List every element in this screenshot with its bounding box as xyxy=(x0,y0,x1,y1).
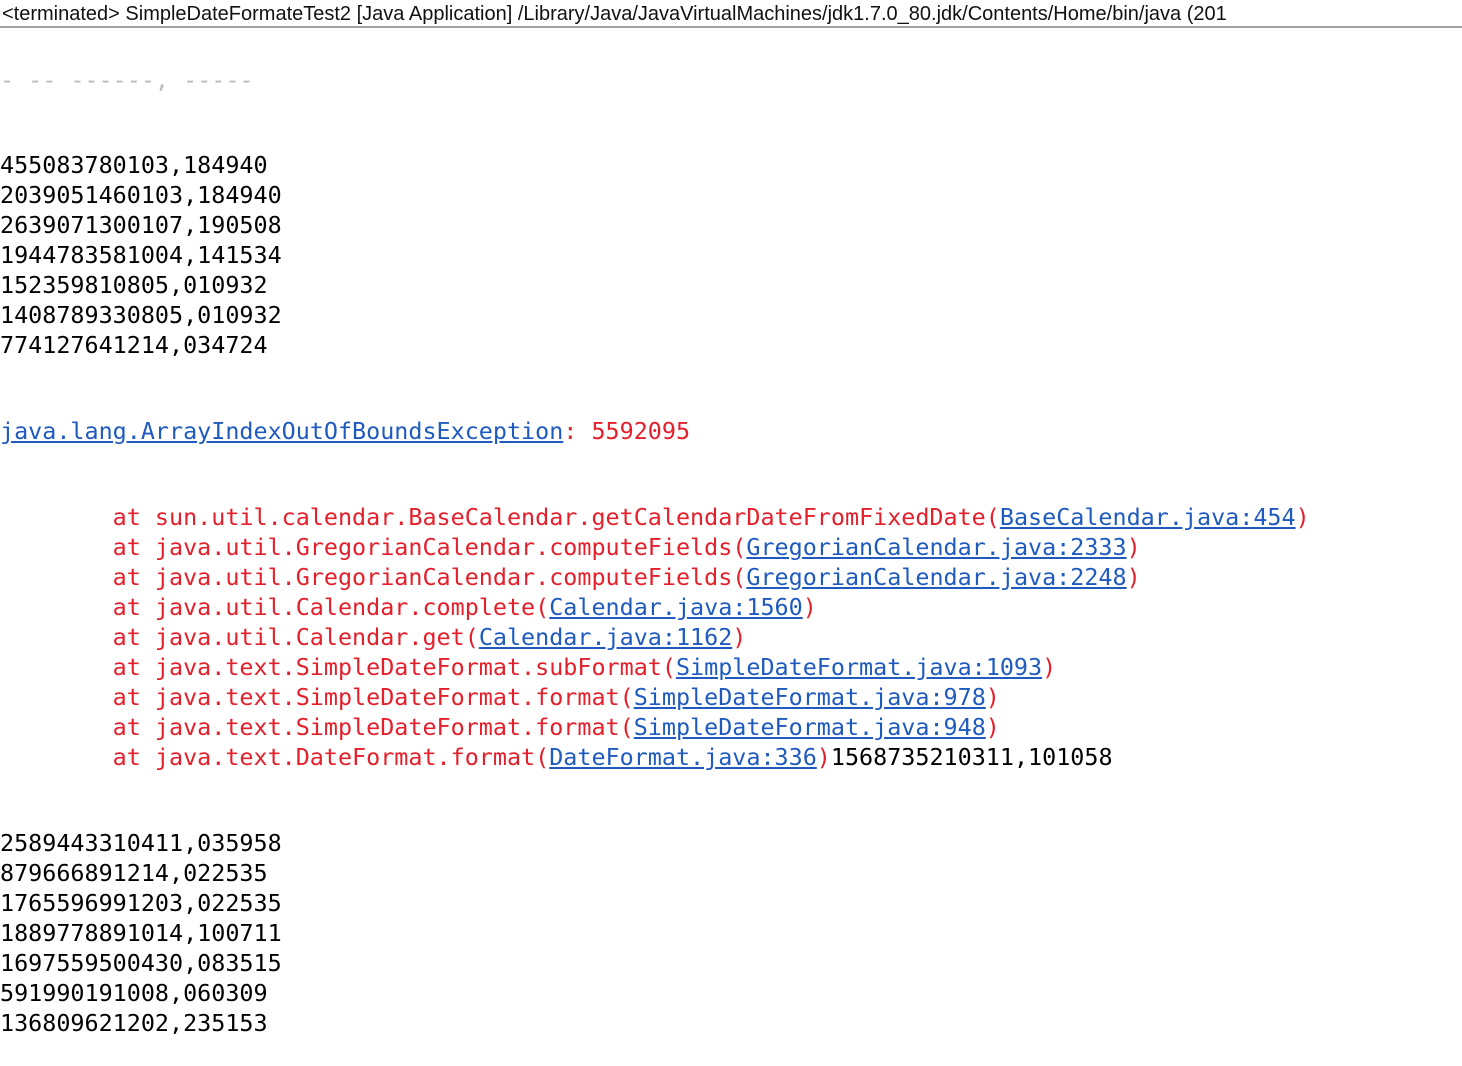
output-line: 879666891214,022535 xyxy=(0,859,268,887)
stack-frame-link[interactable]: SimpleDateFormat.java:1093 xyxy=(676,653,1042,681)
output-line: 2039051460103,184940 xyxy=(0,181,282,209)
stack-frame-close: ) xyxy=(1126,533,1141,561)
stack-frame-text: at java.util.Calendar.get( xyxy=(0,623,479,651)
output-line: 1408789330805,010932 xyxy=(0,301,282,329)
stack-frame-close: ) xyxy=(1042,653,1057,681)
stack-frame: at java.text.SimpleDateFormat.subFormat(… xyxy=(0,652,1462,682)
stack-frame-close: ) xyxy=(1126,563,1141,591)
stack-frame-link[interactable]: SimpleDateFormat.java:978 xyxy=(634,683,986,711)
output-line: 2639071300107,190508 xyxy=(0,211,282,239)
stack-frame: at java.util.Calendar.complete(Calendar.… xyxy=(0,592,1462,622)
partial-line: - -- ------, ----- xyxy=(0,78,254,94)
stack-frame-text: at java.text.SimpleDateFormat.subFormat( xyxy=(0,653,676,681)
stack-frame: at java.text.SimpleDateFormat.format(Sim… xyxy=(0,712,1462,742)
output-line: 455083780103,184940 xyxy=(0,151,268,179)
exception-type-link[interactable]: java.lang.ArrayIndexOutOfBoundsException xyxy=(0,417,563,445)
stack-frame-link[interactable]: DateFormat.java:336 xyxy=(549,743,817,771)
stack-frame-link[interactable]: Calendar.java:1162 xyxy=(479,623,732,651)
stack-frame: at java.text.DateFormat.format(DateForma… xyxy=(0,742,1462,772)
stack-frame: at java.text.SimpleDateFormat.format(Sim… xyxy=(0,682,1462,712)
output-line: 774127641214,034724 xyxy=(0,331,268,359)
exception-line: java.lang.ArrayIndexOutOfBoundsException… xyxy=(0,416,1462,446)
stack-frame-close: ) xyxy=(816,743,831,771)
output-line-trailing: 1568735210311,101058 xyxy=(830,743,1113,771)
stack-frame: at java.util.Calendar.get(Calendar.java:… xyxy=(0,622,1462,652)
output-line: 591990191008,060309 xyxy=(0,979,268,1007)
stack-frame: at java.util.GregorianCalendar.computeFi… xyxy=(0,532,1462,562)
stack-frame-link[interactable]: GregorianCalendar.java:2333 xyxy=(746,533,1126,561)
stack-frame: at sun.util.calendar.BaseCalendar.getCal… xyxy=(0,502,1462,532)
stack-frame-close: ) xyxy=(985,683,1000,711)
stack-frame-text: at java.util.GregorianCalendar.computeFi… xyxy=(0,533,747,561)
stack-frame-text: at sun.util.calendar.BaseCalendar.getCal… xyxy=(0,503,1000,531)
exception-separator: : xyxy=(563,417,592,445)
console-output[interactable]: - -- ------, ----- 455083780103,184940 20… xyxy=(0,22,1462,1066)
output-line: 136809621202,235153 xyxy=(0,1009,268,1037)
stack-frame-text: at java.util.GregorianCalendar.computeFi… xyxy=(0,563,747,591)
stack-frame-close: ) xyxy=(985,713,1000,741)
stack-frame-close: ) xyxy=(732,623,747,651)
stack-frame-close: ) xyxy=(802,593,817,621)
stack-frame-link[interactable]: SimpleDateFormat.java:948 xyxy=(634,713,986,741)
output-line: 1697559500430,083515 xyxy=(0,949,282,977)
stack-frame-link[interactable]: Calendar.java:1560 xyxy=(549,593,802,621)
stack-frame-text: at java.util.Calendar.complete( xyxy=(0,593,550,621)
stack-frame-link[interactable]: GregorianCalendar.java:2248 xyxy=(746,563,1126,591)
stack-frame-text: at java.text.SimpleDateFormat.format( xyxy=(0,713,634,741)
stack-frame-text: at java.text.DateFormat.format( xyxy=(0,743,550,771)
stack-frame-close: ) xyxy=(1295,503,1310,531)
exception-message: 5592095 xyxy=(591,417,691,445)
output-line: 2589443310411,035958 xyxy=(0,829,282,857)
stack-frame-link[interactable]: BaseCalendar.java:454 xyxy=(1000,503,1296,531)
output-line: 1765596991203,022535 xyxy=(0,889,282,917)
output-line: 152359810805,010932 xyxy=(0,271,268,299)
output-line: 1944783581004,141534 xyxy=(0,241,282,269)
stack-frame: at java.util.GregorianCalendar.computeFi… xyxy=(0,562,1462,592)
stack-frame-text: at java.text.SimpleDateFormat.format( xyxy=(0,683,634,711)
output-line: 1889778891014,100711 xyxy=(0,919,282,947)
